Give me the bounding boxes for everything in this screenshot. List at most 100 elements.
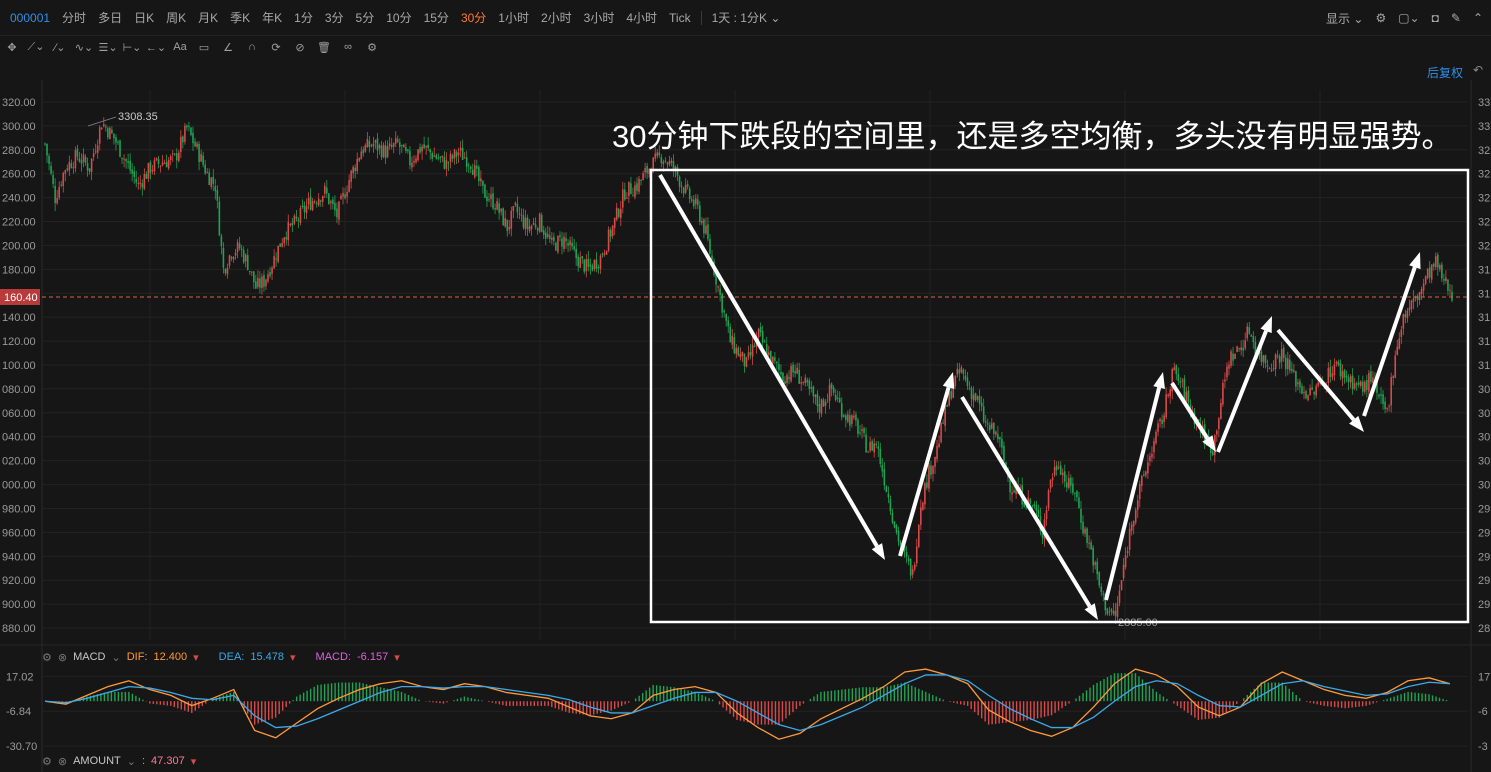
price-tick-label: 900.00 bbox=[2, 599, 36, 611]
price-tick-right: 29 bbox=[1478, 503, 1490, 515]
candle-body bbox=[688, 188, 691, 199]
candle-body bbox=[1291, 368, 1293, 371]
candle-body bbox=[315, 203, 318, 205]
candle-body bbox=[409, 150, 411, 166]
price-tick-right: 32 bbox=[1478, 217, 1490, 229]
candle-body bbox=[802, 381, 805, 383]
candle-body bbox=[1070, 477, 1072, 486]
candle-body bbox=[536, 228, 539, 231]
candle-body bbox=[1169, 389, 1171, 397]
candle-body bbox=[127, 161, 129, 164]
candle-body bbox=[1124, 555, 1127, 568]
gear-icon[interactable]: ⚙ bbox=[42, 651, 52, 664]
candle-body bbox=[970, 388, 973, 400]
candle-body bbox=[293, 215, 296, 224]
candle-body bbox=[1378, 394, 1380, 397]
close-icon[interactable]: ⊗ bbox=[58, 651, 67, 664]
candle-body bbox=[1143, 474, 1145, 476]
candle-body bbox=[824, 402, 827, 406]
candle-body bbox=[1386, 407, 1388, 410]
candle-body bbox=[1063, 471, 1066, 482]
candle-body bbox=[636, 183, 638, 191]
candle-body bbox=[867, 451, 869, 453]
candle-body bbox=[842, 415, 845, 417]
candle-body bbox=[1398, 338, 1401, 349]
gear-icon[interactable]: ⚙ bbox=[42, 755, 52, 768]
price-tick-right: 32 bbox=[1478, 193, 1490, 205]
candle-body bbox=[678, 176, 681, 187]
price-tick-label: 120.00 bbox=[2, 336, 36, 348]
candle-body bbox=[1264, 355, 1267, 364]
candle-body bbox=[845, 415, 847, 420]
candle-body bbox=[1029, 499, 1032, 504]
candle-body bbox=[1118, 590, 1121, 603]
candle-body bbox=[291, 222, 294, 226]
candle-body bbox=[1295, 371, 1297, 387]
candle-body bbox=[739, 353, 742, 358]
candle-body bbox=[1439, 264, 1441, 270]
candle-body bbox=[380, 145, 383, 158]
candle-body bbox=[484, 184, 486, 198]
candle-body bbox=[463, 157, 466, 159]
candle-body bbox=[1305, 391, 1307, 399]
candle-body bbox=[186, 125, 188, 128]
amount-sep: : bbox=[141, 755, 146, 767]
candle-body bbox=[1159, 418, 1161, 422]
candle-body bbox=[1220, 403, 1222, 419]
candle-body bbox=[879, 448, 882, 464]
candle-body bbox=[946, 405, 948, 407]
candle-body bbox=[68, 162, 71, 171]
candle-body bbox=[699, 205, 701, 222]
price-tick-right: 29 bbox=[1478, 527, 1490, 539]
candle-body bbox=[905, 551, 908, 557]
macd-tick-label: -30.70 bbox=[6, 741, 37, 753]
candle-body bbox=[684, 184, 687, 193]
candle-body bbox=[1072, 483, 1074, 493]
candle-body bbox=[451, 155, 454, 159]
candle-body bbox=[1181, 380, 1184, 382]
candle-body bbox=[492, 193, 494, 209]
candle-body bbox=[1211, 451, 1214, 456]
trend-arrow bbox=[1216, 330, 1268, 453]
candle-body bbox=[165, 161, 168, 168]
candle-body bbox=[889, 499, 892, 512]
candle-body bbox=[250, 271, 253, 273]
candle-body bbox=[1228, 364, 1230, 369]
candle-body bbox=[812, 386, 815, 397]
candle-body bbox=[500, 208, 502, 212]
candle-body bbox=[1274, 354, 1277, 369]
candle-body bbox=[360, 151, 363, 160]
candle-body bbox=[1084, 528, 1086, 534]
macd-name[interactable]: MACD bbox=[73, 651, 105, 663]
amount-name[interactable]: AMOUNT bbox=[73, 755, 121, 767]
candle-body bbox=[1187, 390, 1190, 403]
candle-body bbox=[575, 248, 577, 259]
caret-icon: ▾ bbox=[190, 755, 197, 768]
candle-body bbox=[1013, 490, 1015, 493]
candle-body bbox=[271, 267, 273, 275]
close-icon[interactable]: ⊗ bbox=[58, 755, 67, 768]
candle-body bbox=[686, 184, 689, 187]
candle-body bbox=[1092, 547, 1094, 566]
candle-body bbox=[751, 344, 754, 357]
price-tick-label: 220.00 bbox=[2, 217, 36, 229]
chevron-down-icon[interactable]: ⌄ bbox=[127, 755, 136, 768]
candle-body bbox=[840, 403, 843, 418]
candle-body bbox=[654, 153, 657, 159]
candle-body bbox=[1240, 347, 1242, 351]
candle-body bbox=[131, 169, 133, 174]
candle-body bbox=[506, 219, 509, 231]
candle-body bbox=[1088, 542, 1090, 544]
candle-body bbox=[551, 237, 553, 240]
candle-body bbox=[498, 203, 500, 213]
candle-body bbox=[439, 156, 442, 158]
candle-body bbox=[230, 257, 233, 259]
candle-body bbox=[1161, 419, 1163, 424]
candle-body bbox=[326, 187, 328, 194]
candle-body bbox=[822, 399, 825, 407]
chevron-down-icon[interactable]: ⌄ bbox=[111, 651, 120, 664]
candle-body bbox=[1094, 562, 1096, 565]
candle-body bbox=[259, 278, 261, 288]
price-tick-label: 920.00 bbox=[2, 575, 36, 587]
candle-body bbox=[388, 143, 391, 147]
